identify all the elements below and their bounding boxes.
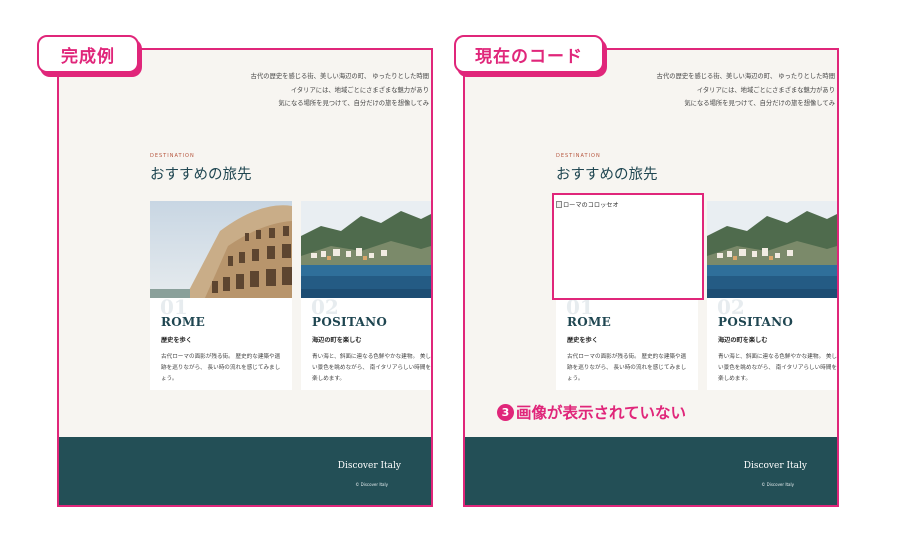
intro-line-2: イタリアには、地域ごとにさまざまな魅力があり — [696, 86, 835, 94]
issue-number-badge: 3 — [497, 403, 514, 421]
current-code-panel: 古代の歴史を感じる街、美しい海辺の町、 ゆったりとした時間 イタリアには、地域ご… — [463, 48, 839, 507]
intro-line-1: 古代の歴史を感じる街、美しい海辺の町、 ゆったりとした時間 — [250, 73, 429, 80]
section-kicker: DESTINATION — [150, 153, 195, 159]
broken-image-highlight: ローマのコロッセオ — [552, 193, 704, 300]
completed-example-panel: 古代の歴史を感じる街、美しい海辺の町、 ゆったりとした時間 イタリアには、地域ご… — [57, 48, 433, 507]
intro-line-3: 気になる場所を見つけて、自分だけの旅を想像してみ — [278, 100, 429, 107]
card-description: 古代ローマの面影が残る街。 歴史的な建築や遺跡を巡りながら、 長い時の流れを感じ… — [161, 354, 281, 382]
card-description: 青い海と、斜面に連なる色鮮やかな建物。 美しい景色を眺めながら、 南イタリアらし… — [312, 354, 432, 382]
section-title: おすすめの旅先 — [556, 167, 658, 183]
positano-image — [707, 201, 837, 298]
card-city: POSITANO — [718, 315, 794, 329]
destination-card-rome[interactable]: 01 ROME 歴史を歩く 古代ローマの面影が残る街。 歴史的な建築や遺跡を巡り… — [150, 201, 292, 390]
card-subtitle: 海辺の町を楽しむ — [718, 337, 768, 344]
section-kicker: DESTINATION — [556, 153, 601, 159]
issue-annotation: 3 画像が表示されていない — [497, 401, 686, 423]
section-title: おすすめの旅先 — [150, 167, 252, 183]
completed-example-tag: 完成例 — [37, 35, 139, 73]
cut-off-heading — [289, 50, 429, 52]
card-description: 古代ローマの面影が残る街。 歴史的な建築や遺跡を巡りながら、 長い時の流れを感じ… — [567, 354, 687, 382]
card-city: ROME — [161, 315, 206, 329]
card-city: ROME — [567, 315, 612, 329]
intro-text: 古代の歴史を感じる街、美しい海辺の町、 ゆったりとした時間 イタリアには、地域ご… — [657, 70, 835, 111]
card-subtitle: 海辺の町を楽しむ — [312, 337, 362, 344]
footer-copyright: © Discover Italy — [355, 482, 388, 487]
issue-text: 画像が表示されていない — [516, 404, 687, 422]
site-footer: Discover Italy © Discover Italy — [59, 437, 431, 505]
comparison-stage: 完成例 古代の歴史を感じる街、美しい海辺の町、 ゆったりとした時間 イタリアには… — [0, 0, 906, 555]
intro-line-3: 気になる場所を見つけて、自分だけの旅を想像してみ — [684, 100, 835, 107]
positano-image — [301, 201, 431, 298]
intro-line-2: イタリアには、地域ごとにさまざまな魅力があり — [290, 86, 429, 94]
intro-line-1: 古代の歴史を感じる街、美しい海辺の町、 ゆったりとした時間 — [656, 73, 835, 80]
site-footer: Discover Italy © Discover Italy — [465, 437, 837, 505]
card-description: 青い海と、斜面に連なる色鮮やかな建物。 美しい景色を眺めながら、 南イタリアらし… — [718, 354, 838, 382]
card-subtitle: 歴史を歩く — [567, 337, 598, 344]
broken-image-alt-text: ローマのコロッセオ — [563, 202, 619, 209]
cut-off-heading — [695, 50, 835, 52]
card-subtitle: 歴史を歩く — [161, 337, 192, 344]
intro-text: 古代の歴史を感じる街、美しい海辺の町、 ゆったりとした時間 イタリアには、地域ご… — [251, 70, 429, 111]
footer-brand[interactable]: Discover Italy — [338, 461, 401, 471]
destination-card-positano[interactable]: 02 POSITANO 海辺の町を楽しむ 青い海と、斜面に連なる色鮮やかな建物。… — [301, 201, 432, 390]
current-code-tag: 現在のコード — [454, 35, 604, 73]
footer-copyright: © Discover Italy — [761, 482, 794, 487]
broken-image-icon — [556, 201, 562, 208]
rome-colosseum-image — [150, 201, 292, 298]
card-city: POSITANO — [312, 315, 388, 329]
footer-brand[interactable]: Discover Italy — [744, 461, 807, 471]
broken-image-alt: ローマのコロッセオ — [556, 200, 619, 209]
destination-card-positano[interactable]: 02 POSITANO 海辺の町を楽しむ 青い海と、斜面に連なる色鮮やかな建物。… — [707, 201, 838, 390]
